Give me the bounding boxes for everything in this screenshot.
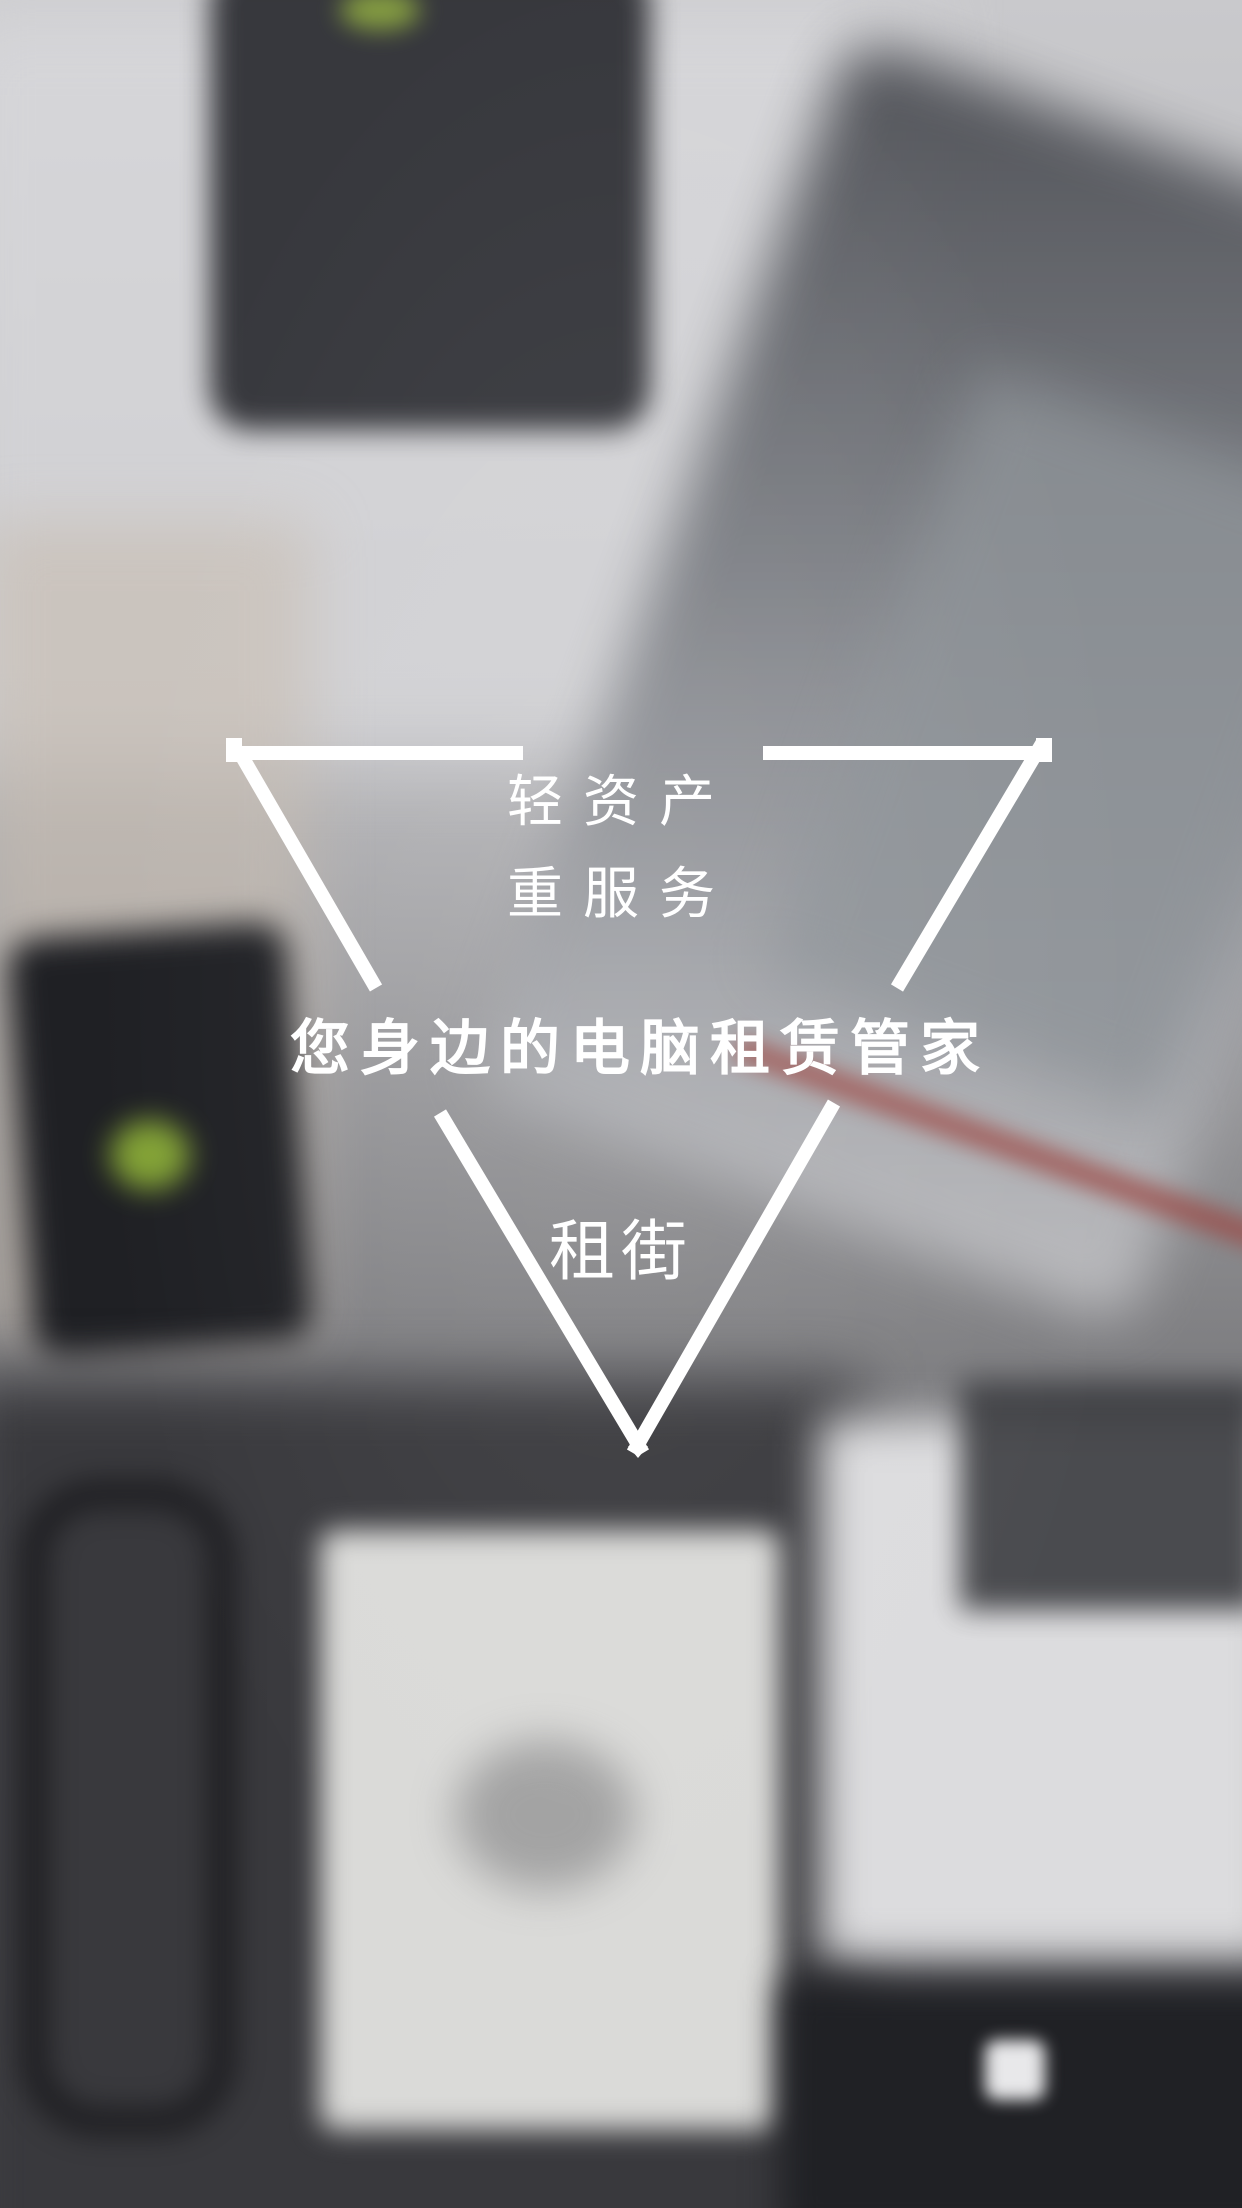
tagline-light-assets: 轻资产 [507,770,735,835]
brand-name: 租街 [549,1213,693,1290]
splash-screen: 轻资产 重服务 您身边的电脑租赁管家 租街 [0,0,1242,2208]
triangle-left-upper-line [233,749,383,992]
triangle-corner-bottom [628,1446,648,1458]
triangle-emblem [226,738,1052,1458]
triangle-corner-left [226,738,242,762]
triangle-corner-right [1036,738,1052,762]
headline: 您身边的电脑租赁管家 [290,1014,990,1084]
triangle-right-upper-line [890,738,1050,992]
tagline-heavy-service: 重服务 [507,862,735,927]
